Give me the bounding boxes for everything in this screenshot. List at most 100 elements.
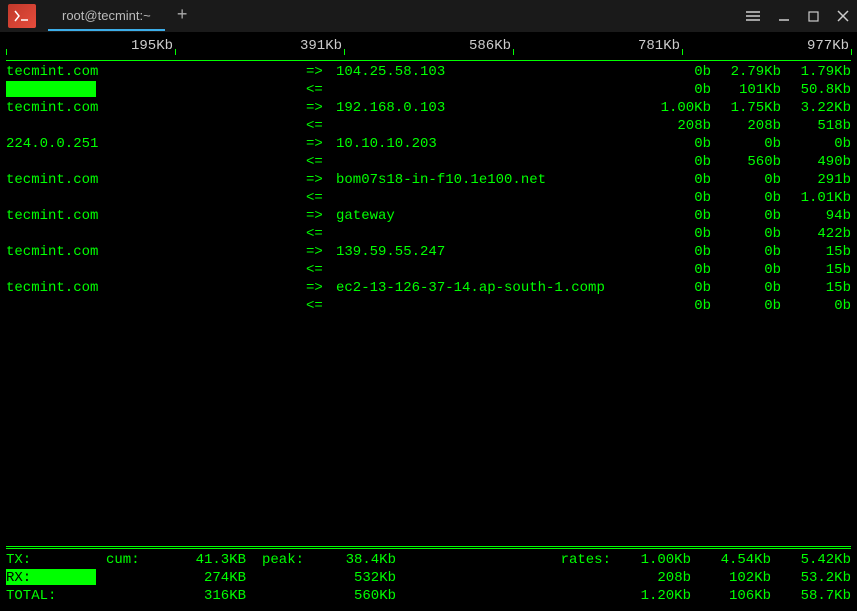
arrow-in-icon: <=: [306, 189, 336, 207]
footer: TX: cum: 41.3KB peak: 38.4Kb rates: 1.00…: [6, 546, 851, 605]
rx-label: RX:: [6, 569, 106, 587]
conn-remote: 104.25.58.103: [336, 63, 641, 81]
footer-tx-row: TX: cum: 41.3KB peak: 38.4Kb rates: 1.00…: [6, 551, 851, 569]
cum-label: cum:: [106, 551, 166, 569]
conn-host-in: [6, 81, 306, 99]
conn-remote: 10.10.10.203: [336, 135, 641, 153]
connection-out-row: tecmint.com=>bom07s18-in-f10.1e100.net0b…: [6, 171, 851, 189]
tx-rate-3: 5.42Kb: [771, 551, 851, 569]
arrow-in-icon: <=: [306, 225, 336, 243]
footer-total-row: TOTAL: 316KB 560Kb 1.20Kb 106Kb 58.7Kb: [6, 587, 851, 605]
scale-label: 586Kb: [344, 38, 513, 54]
connection-in-row: <=0b101Kb50.8Kb: [6, 81, 851, 99]
conn-rate: 0b: [711, 261, 781, 279]
conn-rate: 422b: [781, 225, 851, 243]
connection-out-row: tecmint.com=>139.59.55.2470b0b15b: [6, 243, 851, 261]
connection-in-row: <=0b0b0b: [6, 297, 851, 315]
conn-rate: 0b: [711, 297, 781, 315]
hamburger-icon[interactable]: [746, 11, 760, 21]
tx-rate-2: 4.54Kb: [691, 551, 771, 569]
tx-rate-1: 1.00Kb: [611, 551, 691, 569]
total-label: TOTAL:: [6, 587, 106, 605]
conn-rate: 291b: [781, 171, 851, 189]
peak-label: peak:: [246, 551, 316, 569]
conn-rate: 0b: [641, 171, 711, 189]
conn-rate: 0b: [781, 135, 851, 153]
conn-rate: 0b: [711, 189, 781, 207]
conn-host-in: [6, 297, 306, 315]
conn-remote: 139.59.55.247: [336, 243, 641, 261]
new-tab-button[interactable]: +: [165, 6, 200, 26]
scale-line: [6, 55, 851, 61]
terminal-body[interactable]: 195Kb 391Kb 586Kb 781Kb 977Kb tecmint.co…: [0, 32, 857, 611]
conn-rate: 1.00Kb: [641, 99, 711, 117]
connection-out-row: tecmint.com=>gateway0b0b94b: [6, 207, 851, 225]
conn-remote: gateway: [336, 207, 641, 225]
connection-out-row: tecmint.com=>192.168.0.1031.00Kb1.75Kb3.…: [6, 99, 851, 117]
total-rate-3: 58.7Kb: [771, 587, 851, 605]
rx-highlight-bar: RX:: [6, 569, 96, 585]
titlebar-left: root@tecmint:~ +: [8, 2, 200, 31]
scale-label: 781Kb: [513, 38, 682, 54]
arrow-out-icon: =>: [306, 243, 336, 261]
conn-rate: 490b: [781, 153, 851, 171]
tab-title[interactable]: root@tecmint:~: [48, 2, 165, 31]
conn-rate: 0b: [641, 225, 711, 243]
rx-peak: 532Kb: [316, 569, 396, 587]
conn-remote: 192.168.0.103: [336, 99, 641, 117]
conn-rate: 3.22Kb: [781, 99, 851, 117]
conn-host-in: [6, 117, 306, 135]
close-icon[interactable]: [837, 10, 849, 22]
connection-in-row: <=208b208b518b: [6, 117, 851, 135]
conn-rate: 50.8Kb: [781, 81, 851, 99]
scale-label: 195Kb: [6, 38, 175, 54]
arrow-in-icon: <=: [306, 261, 336, 279]
connection-out-row: tecmint.com=>104.25.58.1030b2.79Kb1.79Kb: [6, 63, 851, 81]
connection-in-row: <=0b560b490b: [6, 153, 851, 171]
terminal-app-icon[interactable]: [8, 4, 36, 28]
arrow-out-icon: =>: [306, 135, 336, 153]
conn-rate: 0b: [641, 135, 711, 153]
window-controls: [746, 10, 849, 22]
conn-rate: 0b: [641, 243, 711, 261]
conn-rate: 0b: [641, 261, 711, 279]
arrow-out-icon: =>: [306, 99, 336, 117]
conn-rate: 0b: [641, 63, 711, 81]
rx-highlight-bar: [6, 81, 96, 97]
conn-rate: 518b: [781, 117, 851, 135]
conn-rate: 0b: [711, 225, 781, 243]
conn-host: tecmint.com: [6, 171, 306, 189]
minimize-icon[interactable]: [778, 10, 790, 22]
connection-in-row: <=0b0b15b: [6, 261, 851, 279]
arrow-in-icon: <=: [306, 81, 336, 99]
conn-remote: ec2-13-126-37-14.ap-south-1.comp: [336, 279, 641, 297]
rates-label: rates:: [531, 551, 611, 569]
conn-rate: 0b: [641, 153, 711, 171]
rx-cum: 274KB: [166, 569, 246, 587]
conn-host-in: [6, 189, 306, 207]
arrow-out-icon: =>: [306, 207, 336, 225]
tx-cum: 41.3KB: [166, 551, 246, 569]
conn-host-in: [6, 153, 306, 171]
total-cum: 316KB: [166, 587, 246, 605]
arrow-in-icon: <=: [306, 117, 336, 135]
conn-rate: 1.79Kb: [781, 63, 851, 81]
conn-rate: 0b: [711, 135, 781, 153]
connection-out-row: tecmint.com=>ec2-13-126-37-14.ap-south-1…: [6, 279, 851, 297]
conn-rate: 0b: [641, 189, 711, 207]
conn-host: tecmint.com: [6, 99, 306, 117]
conn-rate: 560b: [711, 153, 781, 171]
conn-rate: 0b: [781, 297, 851, 315]
tx-label: TX:: [6, 551, 106, 569]
maximize-icon[interactable]: [808, 11, 819, 22]
conn-rate: 0b: [711, 171, 781, 189]
connection-in-row: <=0b0b1.01Kb: [6, 189, 851, 207]
connection-in-row: <=0b0b422b: [6, 225, 851, 243]
conn-rate: 208b: [641, 117, 711, 135]
connection-out-row: 224.0.0.251=>10.10.10.2030b0b0b: [6, 135, 851, 153]
conn-rate: 101Kb: [711, 81, 781, 99]
scale-label: 977Kb: [682, 38, 851, 54]
rx-rate-1: 208b: [611, 569, 691, 587]
conn-rate: 0b: [711, 207, 781, 225]
footer-divider: [6, 546, 851, 549]
